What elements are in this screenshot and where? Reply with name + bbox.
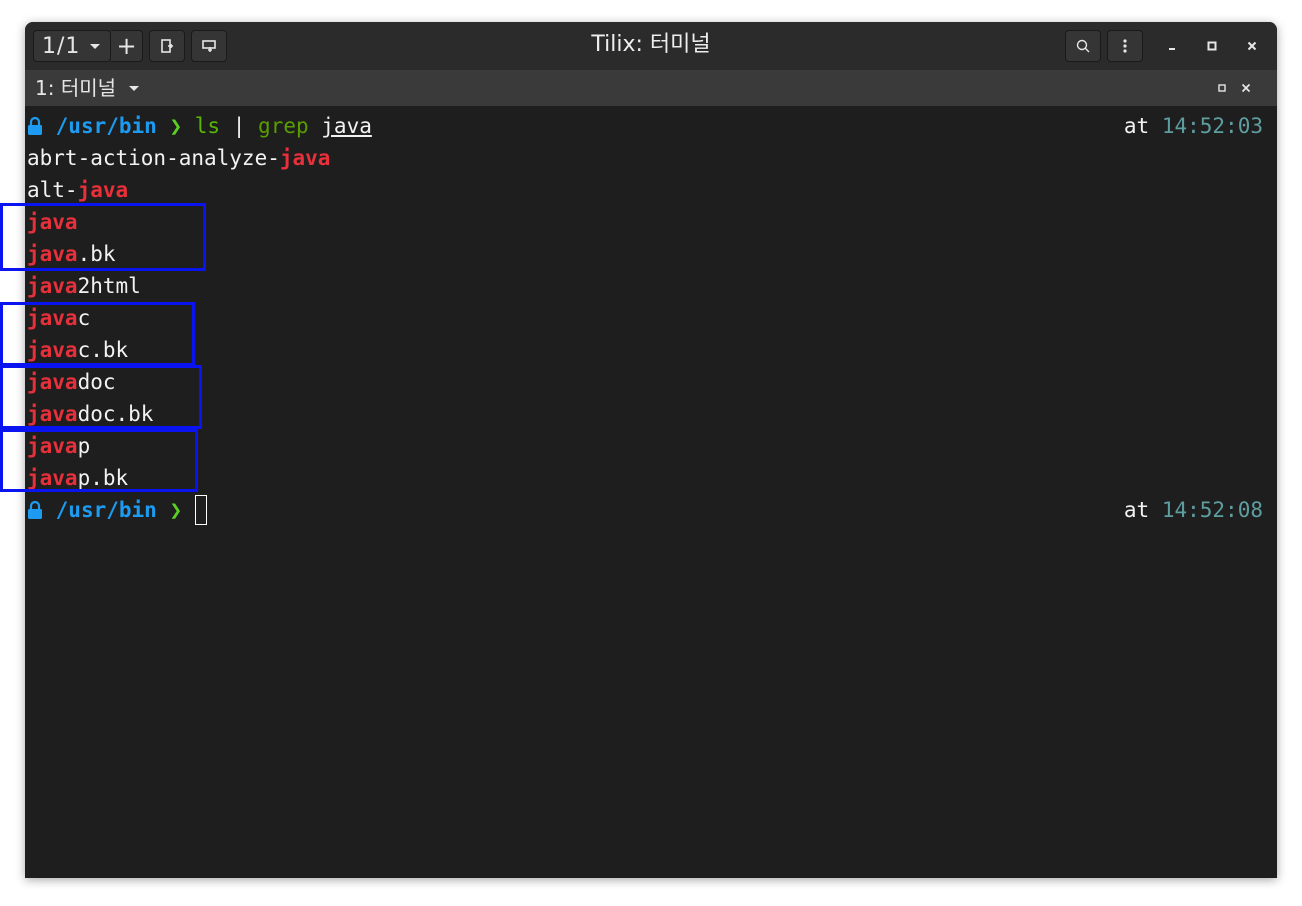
text-cursor[interactable] — [194, 495, 207, 525]
prompt-timestamp-2: at 14:52:08 — [1124, 494, 1263, 526]
match-text: java — [77, 178, 129, 202]
prompt-path: /usr/bin — [55, 498, 157, 522]
prompt-arrow: ❯ — [169, 114, 183, 138]
time-value: 14:52:08 — [1161, 498, 1263, 522]
maximize-icon — [1207, 41, 1217, 51]
prompt-path: /usr/bin — [55, 114, 157, 138]
prompt-timestamp-1: at 14:52:03 — [1124, 110, 1263, 142]
split-right-icon — [161, 39, 173, 53]
output-line: alt-java — [27, 174, 128, 206]
split-vertical-button[interactable] — [191, 30, 227, 62]
at-label: at — [1123, 114, 1150, 138]
close-icon — [1247, 41, 1257, 51]
highlight-box — [0, 429, 198, 492]
menu-button[interactable] — [1107, 30, 1143, 62]
lock-icon — [28, 500, 42, 519]
highlight-box — [0, 365, 202, 429]
highlight-box — [0, 203, 206, 271]
cmd-arg: java — [321, 114, 372, 138]
time-value: 14:52:03 — [1161, 114, 1263, 138]
minimize-icon — [1169, 48, 1175, 50]
output-text: abrt-action-analyze- — [27, 146, 280, 170]
split-horizontal-button[interactable] — [149, 30, 185, 62]
close-icon — [1241, 83, 1251, 93]
add-session-button[interactable]: + — [111, 30, 143, 62]
output-text: 2html — [77, 274, 141, 298]
cmd-pipe: | — [232, 114, 246, 138]
chevron-down-icon — [90, 44, 100, 49]
prompt-line-2: /usr/bin ❯ — [27, 494, 207, 526]
split-down-icon — [202, 40, 216, 52]
terminal-area[interactable]: /usr/bin ❯ ls | grep java at 14:52:03 ab… — [25, 106, 1277, 878]
match-text: java — [279, 146, 331, 170]
kebab-menu-icon — [1123, 39, 1127, 53]
lock-icon — [28, 116, 42, 135]
maximize-icon — [1218, 84, 1226, 92]
plus-icon: + — [116, 32, 137, 60]
terminal-maximize-button[interactable] — [1211, 77, 1233, 99]
at-label: at — [1123, 498, 1150, 522]
terminal-title[interactable]: 1: 터미널 — [35, 70, 116, 106]
search-button[interactable] — [1065, 30, 1101, 62]
minimize-button[interactable] — [1161, 35, 1183, 57]
maximize-button[interactable] — [1201, 35, 1223, 57]
terminal-close-button[interactable] — [1235, 77, 1257, 99]
prompt-line-1: /usr/bin ❯ ls | grep java — [27, 110, 372, 142]
output-text: alt- — [27, 178, 78, 202]
output-line: java2html — [27, 270, 141, 302]
session-switcher-button[interactable]: 1/1 — [33, 30, 111, 62]
close-window-button[interactable] — [1241, 35, 1263, 57]
chevron-down-icon[interactable] — [129, 86, 139, 91]
match-text: java — [27, 274, 78, 298]
cmd-ls: ls — [194, 114, 221, 138]
cmd-grep: grep — [258, 114, 309, 138]
prompt-arrow: ❯ — [169, 498, 183, 522]
session-label: 1/1 — [42, 33, 81, 59]
terminal-titlebar: 1: 터미널 — [25, 70, 1277, 106]
titlebar: 1/1 + Tilix: 터미널 — [25, 22, 1277, 71]
output-line: abrt-action-analyze-java — [27, 142, 330, 174]
tilix-window: 1/1 + Tilix: 터미널 1: 터미널 /usr/bin ❯ ls | … — [25, 22, 1277, 878]
highlight-box — [0, 302, 195, 366]
search-icon — [1076, 39, 1090, 53]
